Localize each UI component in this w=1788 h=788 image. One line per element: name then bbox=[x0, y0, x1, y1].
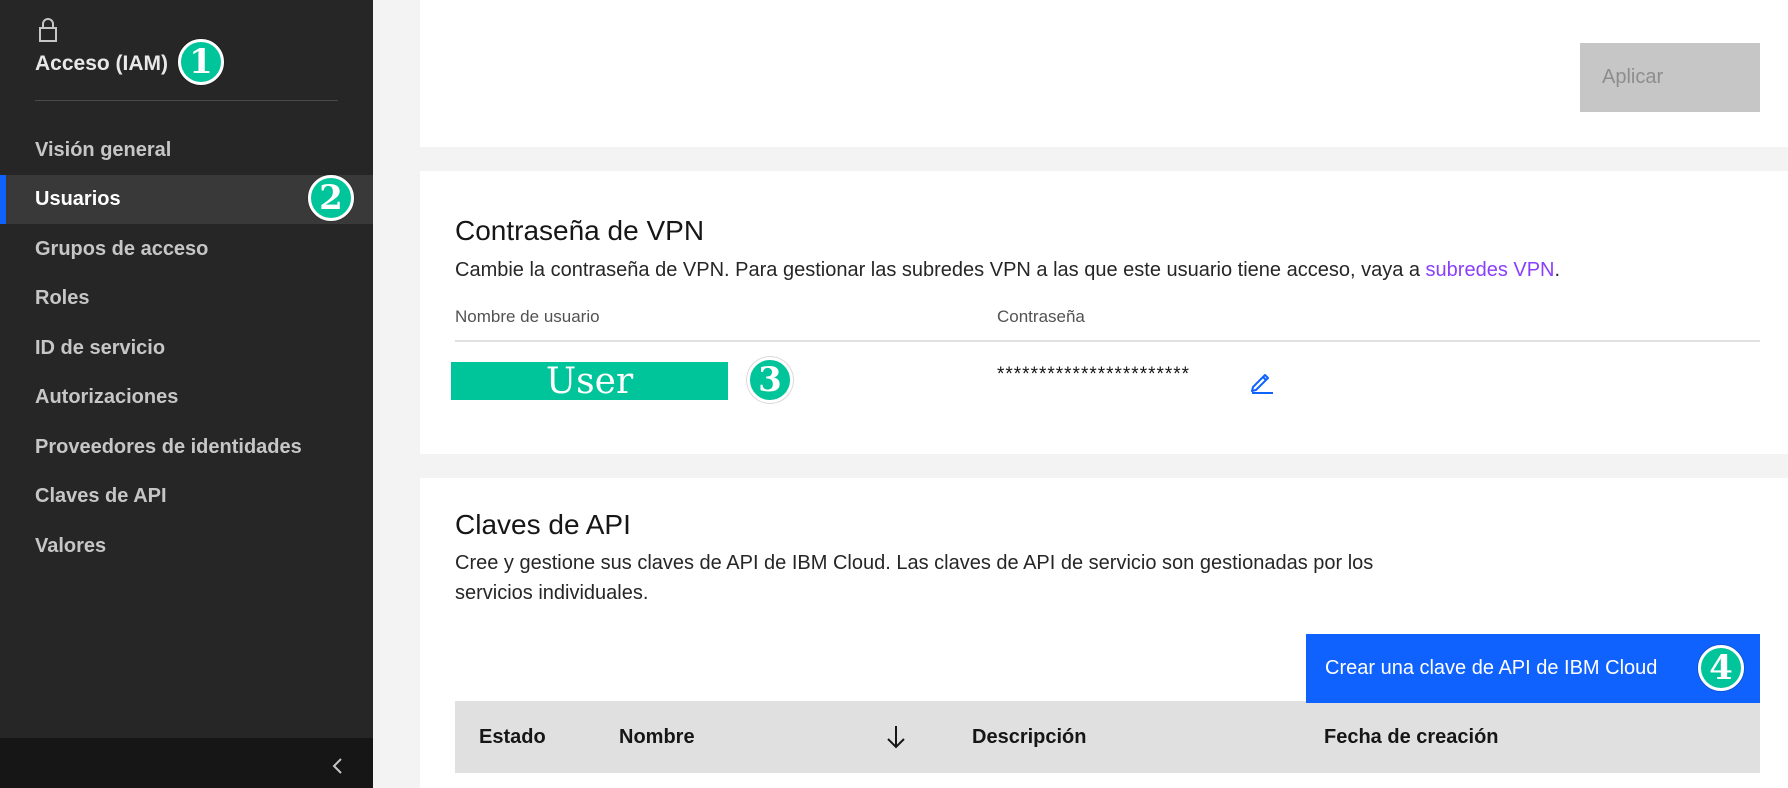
api-keys-description-line-1: Cree y gestione sus claves de API de IBM… bbox=[455, 552, 1374, 574]
chevron-left-icon[interactable] bbox=[331, 756, 345, 776]
edit-icon[interactable] bbox=[1249, 368, 1275, 394]
username-value: User bbox=[451, 361, 728, 402]
column-header-estado[interactable]: Estado bbox=[479, 701, 546, 773]
callout-badge-1: 1 bbox=[178, 39, 224, 85]
api-keys-table-header: Estado Nombre Descripción Fecha de creac… bbox=[455, 701, 1760, 773]
callout-badge-3: 3 bbox=[747, 357, 793, 403]
password-column-label: Contraseña bbox=[997, 307, 1085, 326]
vpn-description-period: . bbox=[1554, 259, 1561, 281]
create-api-key-button[interactable]: Crear una clave de API de IBM Cloud bbox=[1306, 634, 1760, 703]
sidebar-item-label: Autorizaciones bbox=[35, 386, 179, 408]
password-value: *********************** bbox=[997, 364, 1191, 385]
vpn-header-divider bbox=[455, 340, 1760, 342]
sidebar-title: Acceso (IAM) bbox=[35, 52, 169, 75]
sidebar-item-grupos-de-acceso[interactable]: Grupos de acceso bbox=[0, 225, 373, 274]
vpn-subnets-link[interactable]: subredes VPN bbox=[1426, 259, 1555, 281]
callout-badge-2: 2 bbox=[308, 175, 354, 221]
vpn-section-title: Contraseña de VPN bbox=[455, 215, 705, 246]
column-header-descripcion[interactable]: Descripción bbox=[972, 701, 1086, 773]
vpn-description-text: Cambie la contraseña de VPN. Para gestio… bbox=[455, 259, 1426, 281]
apply-button[interactable]: Aplicar bbox=[1580, 43, 1760, 112]
api-keys-section-title: Claves de API bbox=[455, 509, 631, 540]
vpn-password-card bbox=[420, 171, 1788, 454]
sidebar-item-label: Usuarios bbox=[35, 188, 121, 210]
sidebar: Acceso (IAM) Visión general Usuarios Gru… bbox=[0, 0, 373, 788]
sidebar-item-label: ID de servicio bbox=[35, 337, 166, 359]
sidebar-divider bbox=[35, 100, 338, 101]
username-column-label: Nombre de usuario bbox=[455, 307, 600, 326]
vpn-section-description: Cambie la contraseña de VPN. Para gestio… bbox=[455, 255, 1560, 285]
sidebar-item-proveedores-de-identidades[interactable]: Proveedores de identidades bbox=[0, 423, 373, 472]
sidebar-item-label: Visión general bbox=[35, 139, 172, 161]
sidebar-item-vision-general[interactable]: Visión general bbox=[0, 126, 373, 175]
api-keys-description-line-2: servicios individuales. bbox=[455, 582, 649, 604]
sidebar-footer bbox=[0, 738, 373, 788]
sidebar-item-roles[interactable]: Roles bbox=[0, 274, 373, 323]
sidebar-item-label: Proveedores de identidades bbox=[35, 436, 302, 458]
sidebar-item-label: Valores bbox=[35, 535, 107, 557]
sidebar-item-claves-de-api[interactable]: Claves de API bbox=[0, 472, 373, 521]
sidebar-item-label: Grupos de acceso bbox=[35, 238, 209, 260]
sidebar-item-label: Roles bbox=[35, 287, 90, 309]
sidebar-item-label: Claves de API bbox=[35, 485, 167, 507]
column-header-nombre[interactable]: Nombre bbox=[619, 701, 695, 773]
callout-badge-4: 4 bbox=[1698, 645, 1744, 691]
sidebar-item-id-de-servicio[interactable]: ID de servicio bbox=[0, 324, 373, 373]
sidebar-item-valores[interactable]: Valores bbox=[0, 522, 373, 571]
sort-arrow-down-icon[interactable] bbox=[885, 724, 907, 750]
column-header-fecha-de-creacion[interactable]: Fecha de creación bbox=[1324, 701, 1499, 773]
sidebar-item-autorizaciones[interactable]: Autorizaciones bbox=[0, 373, 373, 422]
lock-icon bbox=[39, 18, 57, 42]
